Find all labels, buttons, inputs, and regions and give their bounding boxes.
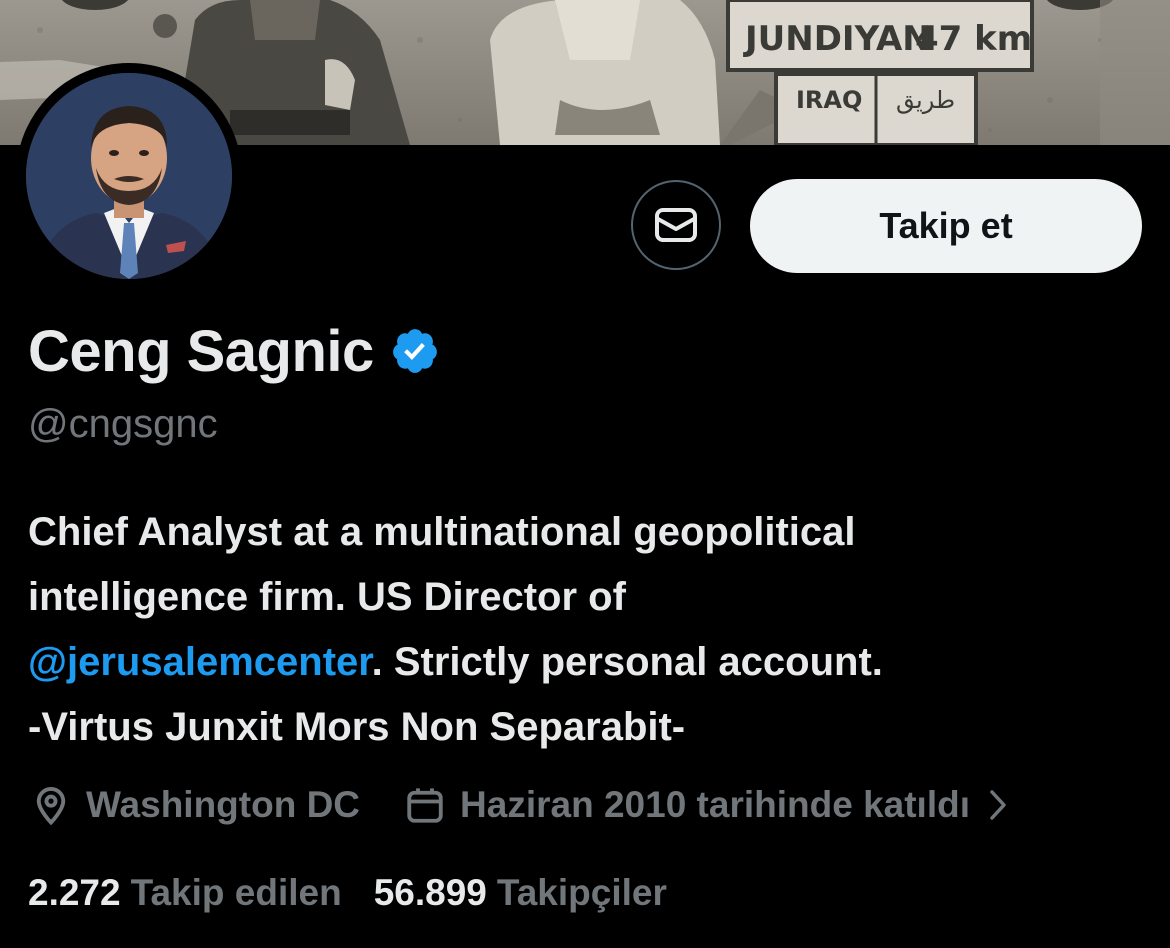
following-count: 2.272 (28, 872, 121, 913)
bio-line-1: Chief Analyst at a multinational geopoli… (28, 510, 856, 554)
following-link[interactable]: 2.272 Takip edilen (28, 872, 342, 914)
bio-line-4: -Virtus Junxit Mors Non Separabit- (28, 705, 686, 749)
sign-text-distance: 47 km (915, 19, 1032, 59)
avatar[interactable] (16, 63, 242, 289)
envelope-icon (655, 208, 697, 242)
location-item: Washington DC (30, 783, 360, 827)
chevron-right-icon[interactable] (988, 788, 1008, 822)
display-name-row: Ceng Sagnic (28, 318, 440, 384)
followers-link[interactable]: 56.899 Takipçiler (374, 872, 667, 914)
avatar-photo (26, 73, 232, 279)
following-label: Takip edilen (130, 872, 342, 913)
message-button[interactable] (631, 180, 721, 270)
bio-line-2: intelligence firm. US Director of (28, 575, 626, 619)
join-date-text: Haziran 2010 tarihinde katıldı (460, 784, 970, 825)
user-handle: @cngsgnc (28, 402, 218, 446)
verified-badge-icon[interactable] (390, 326, 440, 376)
sign-text-bottom: IRAQ (796, 86, 862, 114)
sign-text-top: JUNDIYAN (743, 19, 931, 59)
calendar-icon (407, 788, 443, 823)
bio-line-3-text: . Strictly personal account. (371, 640, 883, 684)
followers-count: 56.899 (373, 872, 487, 913)
location-text: Washington DC (86, 784, 361, 825)
sign-text-arabic: طريق (896, 86, 955, 114)
location-pin-icon (36, 786, 66, 826)
profile-bio: Chief Analyst at a multinational geopoli… (28, 500, 1138, 760)
display-name: Ceng Sagnic (28, 318, 374, 384)
bio-mention-link[interactable]: @jerusalemcenter (28, 640, 372, 684)
follow-counts: 2.272 Takip edilen 56.899 Takipçiler (28, 866, 667, 920)
profile-meta: Washington DC Haziran 2010 tarihinde kat… (30, 778, 1008, 832)
follow-button[interactable]: Takip et (750, 179, 1142, 273)
followers-label: Takipçiler (496, 872, 667, 913)
join-date-item: Haziran 2010 tarihinde katıldı (404, 784, 970, 826)
bio-line-3: @jerusalemcenter. Strictly personal acco… (28, 630, 1138, 695)
